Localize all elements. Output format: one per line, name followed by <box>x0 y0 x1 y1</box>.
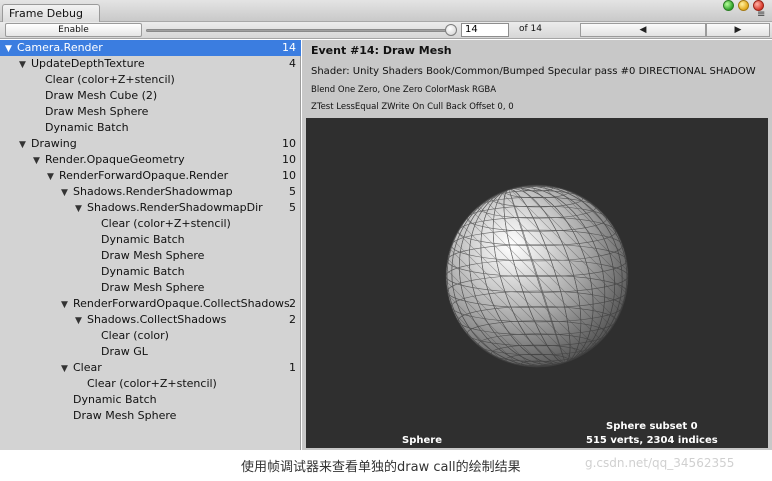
event-total-label: of 14 <box>519 24 542 34</box>
tree-row[interactable]: Dynamic Batch <box>0 232 301 248</box>
tree-row-label: Shadows.RenderShadowmap <box>73 185 233 198</box>
tree-row-label: Camera.Render <box>17 41 103 54</box>
tree-row-label: Shadows.RenderShadowmapDir <box>87 201 263 214</box>
tree-row-label: Clear (color+Z+stencil) <box>87 377 217 390</box>
tree-row[interactable]: Draw Mesh Sphere <box>0 408 301 424</box>
event-title: Event #14: Draw Mesh <box>311 44 452 57</box>
tree-row-count: 5 <box>289 185 296 198</box>
tree-row-label: RenderForwardOpaque.Render <box>59 169 229 182</box>
tree-row-label: Clear <box>73 361 102 374</box>
maximize-icon[interactable] <box>723 0 734 11</box>
tree-row-label: Draw Mesh Sphere <box>101 249 205 262</box>
tree-row[interactable]: Draw Mesh Sphere <box>0 280 301 296</box>
tree-row-count: 10 <box>282 137 296 150</box>
shader-info: Shader: Unity Shaders Book/Common/Bumped… <box>311 66 756 77</box>
tree-row-label: Draw Mesh Sphere <box>73 409 177 422</box>
tree-row-label: Render.OpaqueGeometry <box>45 153 185 166</box>
tree-row-label: Dynamic Batch <box>101 233 185 246</box>
tree-row[interactable]: Dynamic Batch <box>0 120 301 136</box>
expand-arrow-icon[interactable]: ▼ <box>75 201 87 217</box>
event-slider[interactable] <box>146 29 452 32</box>
tree-row-label: Draw GL <box>101 345 148 358</box>
tree-row-count: 1 <box>289 361 296 374</box>
tree-row[interactable]: ▼ Clear 1 <box>0 360 301 376</box>
tree-row-count: 10 <box>282 153 296 166</box>
event-slider-thumb[interactable] <box>445 24 457 36</box>
minimize-icon[interactable] <box>738 0 749 11</box>
tree-row-count: 10 <box>282 169 296 182</box>
mesh-stats-label: 515 verts, 2304 indices <box>586 435 718 446</box>
tree-row[interactable]: Draw Mesh Sphere <box>0 104 301 120</box>
tree-row[interactable]: Draw Mesh Cube (2) <box>0 88 301 104</box>
tree-row-label: Clear (color) <box>101 329 169 342</box>
tree-row[interactable]: ▼ UpdateDepthTexture 4 <box>0 56 301 72</box>
tree-row[interactable]: Dynamic Batch <box>0 264 301 280</box>
event-number-field[interactable]: 14 <box>461 23 509 37</box>
tree-row[interactable]: Clear (color+Z+stencil) <box>0 376 301 392</box>
expand-arrow-icon[interactable]: ▼ <box>19 137 31 153</box>
tree-row-label: Dynamic Batch <box>101 265 185 278</box>
tree-row-label: RenderForwardOpaque.CollectShadows <box>73 297 290 310</box>
tree-row-label: Draw Mesh Cube (2) <box>45 89 158 102</box>
expand-arrow-icon[interactable]: ▼ <box>33 153 45 169</box>
watermark: g.csdn.net/qq_34562355 <box>585 456 735 470</box>
tree-row[interactable]: Clear (color) <box>0 328 301 344</box>
tree-row-label: Clear (color+Z+stencil) <box>45 73 175 86</box>
tree-row-label: Draw Mesh Sphere <box>101 281 205 294</box>
tree-row[interactable]: Clear (color+Z+stencil) <box>0 216 301 232</box>
frame-debug-toolbar: Enable 14 of 14 ◀ ▶ <box>0 22 772 39</box>
expand-arrow-icon[interactable]: ▼ <box>19 57 31 73</box>
tree-row[interactable]: Dynamic Batch <box>0 392 301 408</box>
mesh-name-label: Sphere <box>402 435 442 446</box>
tree-row[interactable]: ▼ Shadows.RenderShadowmapDir 5 <box>0 200 301 216</box>
tree-row-label: Dynamic Batch <box>45 121 129 134</box>
blend-state: Blend One Zero, One Zero ColorMask RGBA <box>311 85 497 95</box>
triangle-left-icon: ◀ <box>639 25 647 35</box>
tree-row[interactable]: ▼ Drawing 10 <box>0 136 301 152</box>
tree-row[interactable]: ▼ RenderForwardOpaque.Render 10 <box>0 168 301 184</box>
tree-row[interactable]: ▼ Camera.Render 14 <box>0 40 301 56</box>
event-hierarchy-tree: ▼ Camera.Render 14 ▼ UpdateDepthTexture 4 Clea… <box>0 40 301 450</box>
expand-arrow-icon[interactable]: ▼ <box>75 313 87 329</box>
tree-row[interactable]: ▼ Shadows.CollectShadows 2 <box>0 312 301 328</box>
tree-row-label: Clear (color+Z+stencil) <box>101 217 231 230</box>
tree-row-label: Draw Mesh Sphere <box>45 105 149 118</box>
window-menu-icon[interactable]: ≡ <box>757 10 765 20</box>
next-event-button[interactable]: ▶ <box>706 23 770 37</box>
window-tab-frame-debug[interactable]: Frame Debug <box>2 4 100 22</box>
window-titlebar: Frame Debug ≡ <box>0 0 772 22</box>
tree-row-count: 2 <box>289 297 296 310</box>
tree-row-count: 4 <box>289 57 296 70</box>
figure-caption: 使用帧调试器来查看单独的draw call的绘制结果 <box>241 460 521 475</box>
sphere-mesh-preview <box>445 184 629 368</box>
tree-row[interactable]: Draw Mesh Sphere <box>0 248 301 264</box>
tree-row-label: UpdateDepthTexture <box>31 57 145 70</box>
mesh-subset-label: Sphere subset 0 <box>606 421 698 432</box>
tree-row[interactable]: ▼ Render.OpaqueGeometry 10 <box>0 152 301 168</box>
expand-arrow-icon[interactable]: ▼ <box>61 297 73 313</box>
tree-row-label: Shadows.CollectShadows <box>87 313 227 326</box>
tree-row-label: Drawing <box>31 137 77 150</box>
expand-arrow-icon[interactable]: ▼ <box>61 361 73 377</box>
triangle-right-icon: ▶ <box>734 25 742 35</box>
expand-arrow-icon[interactable]: ▼ <box>47 169 59 185</box>
enable-button[interactable]: Enable <box>5 23 142 37</box>
depth-state: ZTest LessEqual ZWrite On Cull Back Offs… <box>311 102 514 112</box>
expand-arrow-icon[interactable]: ▼ <box>61 185 73 201</box>
event-details-panel: Event #14: Draw Mesh Shader: Unity Shade… <box>302 40 772 450</box>
tree-row-count: 14 <box>282 41 296 54</box>
tree-row-count: 2 <box>289 313 296 326</box>
previous-event-button[interactable]: ◀ <box>580 23 706 37</box>
tree-row-count: 5 <box>289 201 296 214</box>
tree-row-label: Dynamic Batch <box>73 393 157 406</box>
mesh-preview-viewport[interactable]: Sphere Sphere subset 0 515 verts, 2304 i… <box>306 118 768 448</box>
tree-row[interactable]: ▼ RenderForwardOpaque.CollectShadows 2 <box>0 296 301 312</box>
tree-row[interactable]: Draw GL <box>0 344 301 360</box>
expand-arrow-icon[interactable]: ▼ <box>5 41 17 57</box>
tree-row[interactable]: Clear (color+Z+stencil) <box>0 72 301 88</box>
tree-row[interactable]: ▼ Shadows.RenderShadowmap 5 <box>0 184 301 200</box>
window-tab-label: Frame Debug <box>9 7 83 20</box>
